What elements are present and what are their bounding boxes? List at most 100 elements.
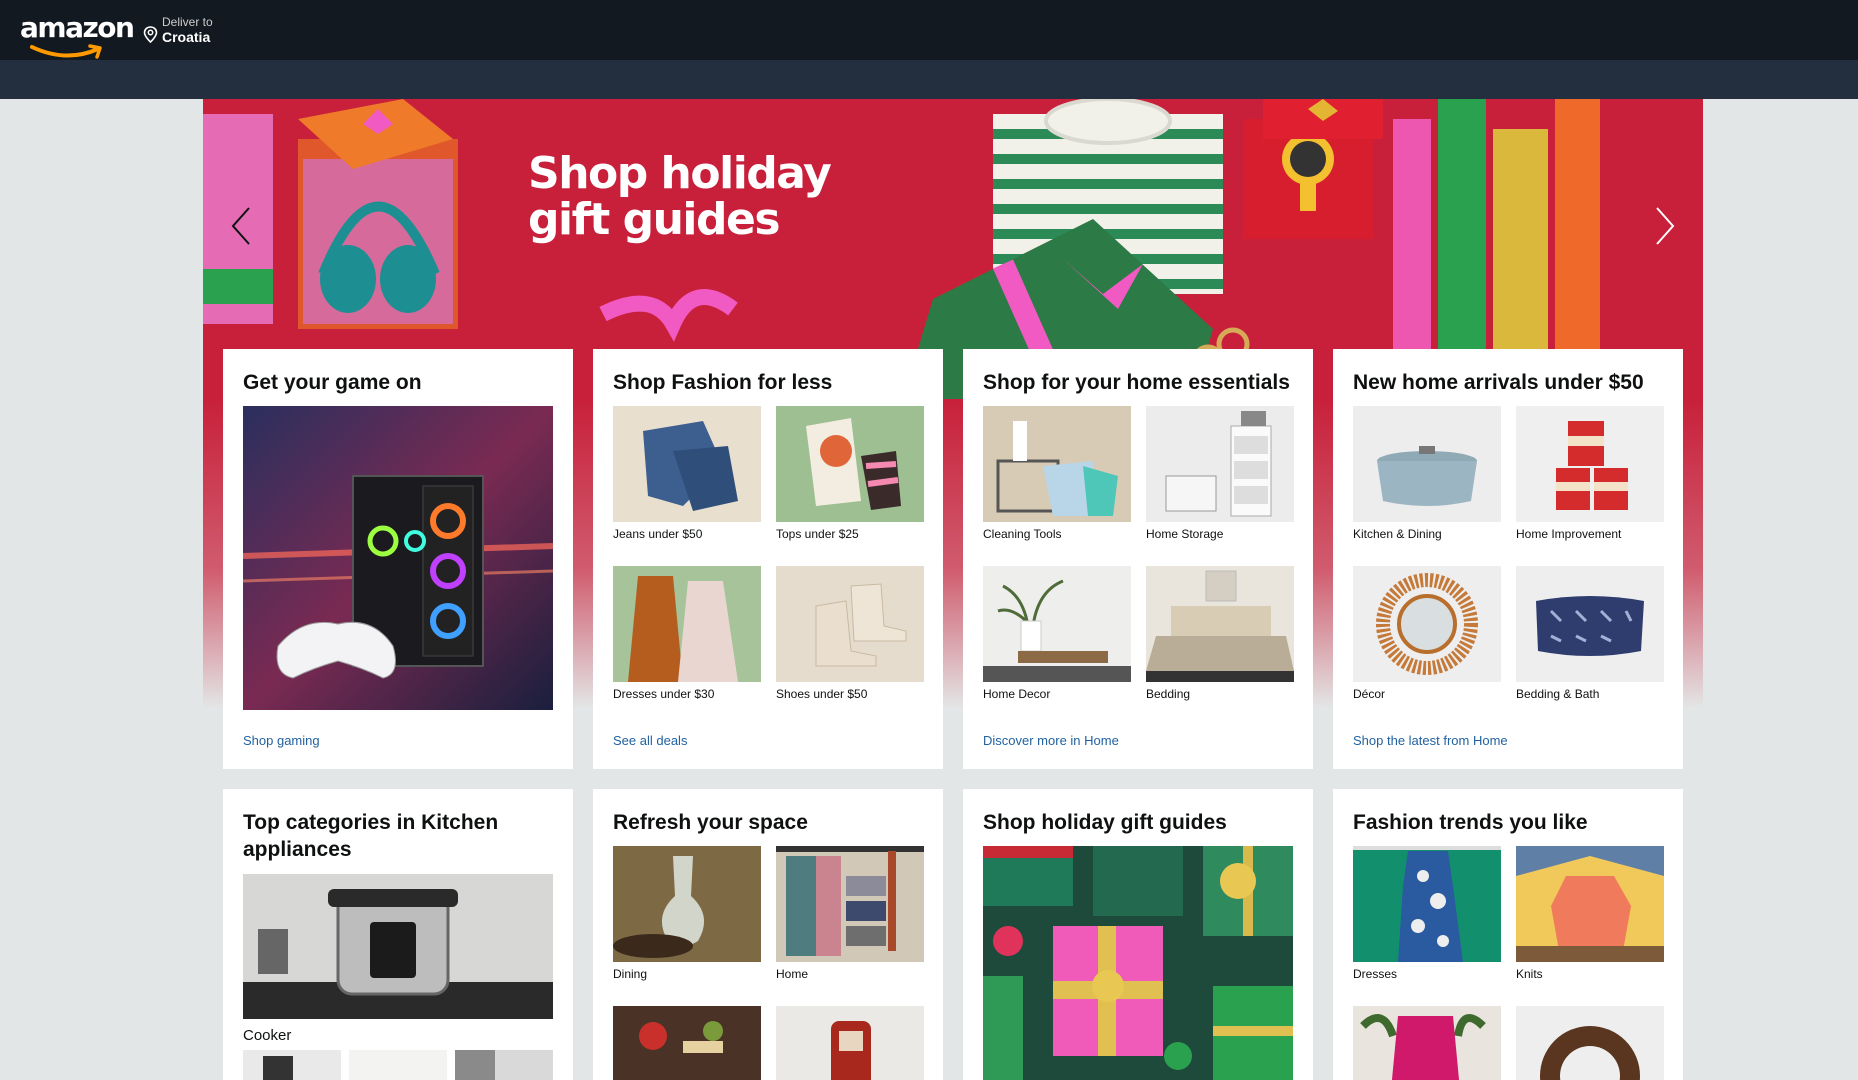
see-all-deals-link[interactable]: See all deals [613, 733, 687, 748]
cooker-caption: Cooker [243, 1027, 292, 1044]
tile-caption: Shoes under $50 [776, 687, 868, 701]
tile-dining[interactable]: Dining [613, 846, 761, 981]
decor-image [1353, 566, 1501, 682]
shop-gaming-link[interactable]: Shop gaming [243, 733, 320, 748]
tile-serveware[interactable] [613, 1006, 761, 1080]
cooker-image[interactable] [243, 874, 553, 1019]
tile-caption: Bedding [1146, 687, 1191, 701]
discover-more-home-link[interactable]: Discover more in Home [983, 733, 1119, 748]
tile-caption: Tops under $25 [776, 527, 859, 541]
thumb-kitchen-counter[interactable] [349, 1050, 447, 1080]
card-title: New home arrivals under $50 [1353, 371, 1644, 394]
tile-dresses[interactable]: Dresses under $30 [613, 566, 761, 701]
card-title: Shop Fashion for less [613, 371, 833, 394]
tile-caption: Home Storage [1146, 527, 1224, 541]
tile-caption: Jeans under $50 [613, 527, 703, 541]
tile-caption: Home Decor [983, 687, 1051, 701]
tile-bedding-bath[interactable]: Bedding & Bath [1516, 566, 1664, 701]
card-gaming: Get your game on Shop gaming [223, 349, 573, 769]
thumb-appliance[interactable] [455, 1050, 553, 1080]
blazer-image [1353, 1006, 1501, 1080]
bedding-bath-image [1516, 566, 1664, 682]
deliver-location: Croatia [162, 29, 211, 45]
tile-caption: Knits [1516, 967, 1543, 981]
chevron-left-icon [231, 207, 250, 245]
home-improvement-image [1516, 406, 1664, 522]
dresses-image [613, 566, 761, 682]
card-title: Top categories in Kitchen appliances [243, 811, 499, 861]
bath-products-image [776, 1006, 924, 1080]
shop-latest-home-link[interactable]: Shop the latest from Home [1353, 733, 1508, 748]
card-title: Shop for your home essentials [983, 371, 1290, 394]
accessory-image [1516, 1006, 1664, 1080]
pressure-cooker-illustration [243, 874, 553, 1019]
tile-caption: Dresses under $30 [613, 687, 715, 701]
card-title: Refresh your space [613, 811, 808, 834]
logo-wordmark: amazon [20, 11, 135, 44]
holiday-gifts-image[interactable] [983, 846, 1293, 1080]
card-kitchen-appliances: Top categories in Kitchen appliances Coo… [223, 789, 573, 1080]
tile-caption: Cleaning Tools [983, 527, 1062, 541]
card-refresh-space: Refresh your space Dining Home [593, 789, 943, 1080]
secondary-navigation-bar [0, 60, 1858, 99]
carousel-prev-button[interactable] [221, 191, 261, 261]
tile-home-improvement[interactable]: Home Improvement [1516, 406, 1664, 541]
home-textiles-image [776, 846, 924, 962]
tile-caption: Dining [613, 967, 648, 981]
gaming-pc-illustration [243, 406, 553, 710]
carousel-next-button[interactable] [1645, 191, 1685, 261]
deliver-to-label: Deliver to [162, 15, 213, 29]
amazon-logo[interactable]: amazon [20, 10, 135, 59]
home-storage-image [1146, 406, 1294, 522]
dining-image [613, 846, 761, 962]
hero-title: Shop holiday gift guides [528, 148, 832, 245]
card-home-essentials: Shop for your home essentials Cleaning T… [963, 349, 1313, 769]
tile-accessory[interactable] [1516, 1006, 1664, 1080]
tile-tops[interactable]: Tops under $25 [776, 406, 924, 541]
tile-caption: Home Improvement [1516, 527, 1622, 541]
tile-cleaning-tools[interactable]: Cleaning Tools [983, 406, 1131, 541]
hero-title-line1: Shop holiday [528, 148, 832, 199]
tile-shoes[interactable]: Shoes under $50 [776, 566, 924, 701]
tile-trend-dresses[interactable]: Dresses [1353, 846, 1501, 981]
card-holiday-gift-guides: Shop holiday gift guides [963, 789, 1313, 1080]
home-decor-image [983, 566, 1131, 682]
card-title: Fashion trends you like [1353, 811, 1588, 834]
hero-title-line2: gift guides [528, 194, 781, 245]
tile-bath[interactable] [776, 1006, 924, 1080]
card-new-home-arrivals: New home arrivals under $50 Kitchen & Di… [1333, 349, 1683, 769]
thumb-espresso-machine[interactable] [243, 1050, 341, 1080]
shoes-image [776, 566, 924, 682]
tile-blazer[interactable] [1353, 1006, 1501, 1080]
knits-image [1516, 846, 1664, 962]
top-navigation-bar: amazon Deliver to Croatia [0, 0, 1858, 60]
tile-kitchen-dining[interactable]: Kitchen & Dining [1353, 406, 1501, 541]
card-fashion-trends: Fashion trends you like Dresses Knits [1333, 789, 1683, 1080]
card-fashion: Shop Fashion for less Jeans under $50 To… [593, 349, 943, 769]
tile-home[interactable]: Home [776, 846, 924, 981]
card-title: Get your game on [243, 371, 422, 394]
tile-knits[interactable]: Knits [1516, 846, 1664, 981]
kitchen-thumb-row [243, 1050, 553, 1080]
location-pin-icon [143, 26, 158, 43]
tops-image [776, 406, 924, 522]
tile-bedding[interactable]: Bedding [1146, 566, 1294, 701]
logo-smile-icon [30, 44, 102, 59]
tile-home-decor[interactable]: Home Decor [983, 566, 1131, 701]
tile-caption: Décor [1353, 687, 1386, 701]
tile-jeans[interactable]: Jeans under $50 [613, 406, 761, 541]
kitchen-dining-image [1353, 406, 1501, 522]
tile-caption: Dresses [1353, 967, 1398, 981]
card-title: Shop holiday gift guides [983, 811, 1227, 834]
cleaning-tools-image [983, 406, 1131, 522]
gaming-pc-image[interactable] [243, 406, 553, 710]
tile-caption: Kitchen & Dining [1353, 527, 1442, 541]
tile-caption: Home [776, 967, 809, 981]
serveware-image [613, 1006, 761, 1080]
holiday-gifts-illustration [983, 846, 1293, 1080]
chevron-right-icon [1656, 207, 1675, 245]
tile-caption: Bedding & Bath [1516, 687, 1600, 701]
tile-decor[interactable]: Décor [1353, 566, 1501, 701]
tile-home-storage[interactable]: Home Storage [1146, 406, 1294, 541]
trend-dresses-image [1353, 846, 1501, 962]
